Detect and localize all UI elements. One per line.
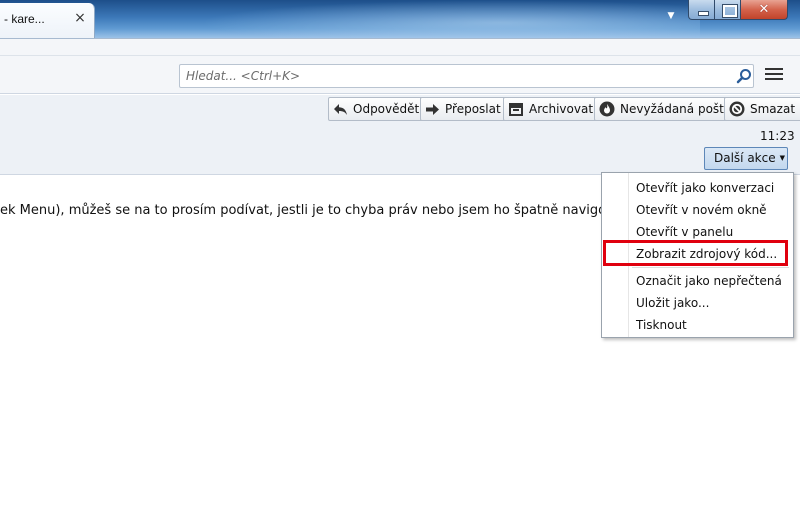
forward-label: Přeposlat [445,102,501,116]
archive-label: Archivovat [529,102,594,116]
menu-item-open-tab[interactable]: Otevřít v panelu [636,222,733,242]
delete-label: Smazat [750,102,796,116]
maximize-button[interactable] [715,0,741,20]
archive-icon [509,103,523,116]
message-tab[interactable]: - kare... × [0,3,95,38]
search-icon[interactable] [736,68,752,84]
menu-item-open-conversation[interactable]: Otevřít jako konverzaci [636,178,774,198]
delete-icon [729,101,745,117]
delete-button[interactable]: Smazat [724,97,800,121]
tab-list-icon[interactable]: ▼ [662,7,680,25]
more-actions-label: Další akce [714,151,776,165]
forward-button[interactable]: Přeposlat [420,97,508,121]
forward-icon [426,103,439,115]
menu-item-open-new-window[interactable]: Otevřít v novém okně [636,200,767,220]
hamburger-menu-icon[interactable] [765,68,783,84]
main-toolbar: Hledat... <Ctrl+K> [0,38,800,94]
reply-button[interactable]: Odpovědět [328,97,427,121]
close-window-button[interactable]: ✕ [741,0,788,20]
menu-item-save-as[interactable]: Uložit jako... [636,293,709,313]
flame-icon [599,101,615,117]
reply-label: Odpovědět [353,102,420,116]
search-input[interactable]: Hledat... <Ctrl+K> [179,64,754,88]
tab-title: - kare... [4,12,45,26]
archive-button[interactable]: Archivovat [503,97,601,121]
minimize-icon [689,0,714,19]
message-body-text: ek Menu), můžeš se na to prosím podívat,… [0,203,641,218]
title-bar-glow [200,0,700,38]
message-header: Odpovědět Přeposlat Archivovat Nevyžádan… [0,95,800,175]
chevron-down-icon: ▼ [779,154,786,162]
more-actions-button[interactable]: Další akce ▼ [704,147,788,170]
close-icon: ✕ [758,2,770,17]
window-controls: ✕ [688,0,788,20]
title-bar: - kare... × ▼ ✕ [0,0,800,38]
maximize-icon [715,0,740,19]
junk-button[interactable]: Nevyžádaná pošta [594,97,739,121]
reply-icon [334,103,347,115]
search-placeholder: Hledat... <Ctrl+K> [186,69,301,83]
toolbar-divider [0,55,800,56]
junk-label: Nevyžádaná pošta [620,102,732,116]
menu-separator [632,267,789,268]
message-time: 11:23 [760,129,795,143]
minimize-button[interactable] [688,0,715,20]
tab-close-icon[interactable]: × [71,9,89,27]
annotation-highlight-box [603,240,788,266]
menu-item-print[interactable]: Tisknout [636,315,687,335]
menu-item-mark-unread[interactable]: Označit jako nepřečtená [636,271,782,291]
